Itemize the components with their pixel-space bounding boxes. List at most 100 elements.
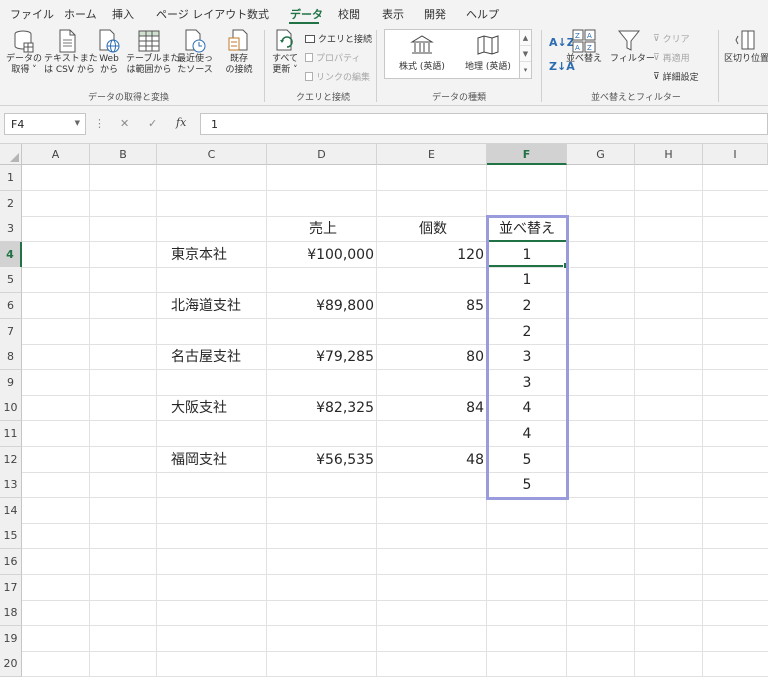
svg-text:A: A: [587, 32, 592, 40]
tab-developer[interactable]: 開発: [424, 6, 446, 22]
table-cell-sort[interactable]: 1: [487, 267, 567, 293]
row-header-20[interactable]: 20: [0, 651, 22, 677]
stocks-button[interactable]: 株式 (英語): [391, 34, 453, 72]
existing-connections-label-2: の接続: [225, 65, 253, 75]
row-header-7[interactable]: 7: [0, 318, 22, 345]
row-header-6[interactable]: 6: [0, 293, 22, 319]
tab-formulas[interactable]: 数式: [247, 6, 269, 22]
recent-sources-button[interactable]: 最近使っ たソース: [175, 28, 215, 76]
from-text-csv-button[interactable]: テキストまた は CSV から: [44, 28, 98, 76]
row-header-2[interactable]: 2: [0, 190, 22, 217]
scroll-down-icon[interactable]: ▼: [520, 46, 531, 62]
from-table-button[interactable]: テーブルまた は範囲から: [126, 28, 179, 76]
row-header-15[interactable]: 15: [0, 523, 22, 550]
column-header-b[interactable]: B: [90, 144, 157, 165]
row-header-19[interactable]: 19: [0, 625, 22, 652]
tab-page-layout[interactable]: ページ レイアウト: [156, 6, 247, 22]
column-header-f[interactable]: F: [487, 144, 567, 165]
select-all-button[interactable]: [0, 144, 22, 165]
column-header-a[interactable]: A: [22, 144, 90, 165]
table-cell-sort[interactable]: 3: [487, 344, 567, 370]
table-cell-count[interactable]: 85: [377, 293, 487, 319]
table-cell-sort[interactable]: 4: [487, 421, 567, 447]
data-types-scroll[interactable]: ▲ ▼ ▾: [519, 30, 531, 78]
table-cell-count[interactable]: 48: [377, 447, 487, 473]
tab-home[interactable]: ホーム: [64, 6, 97, 22]
tab-review[interactable]: 校閲: [338, 6, 360, 22]
tab-file[interactable]: ファイル: [10, 6, 54, 22]
table-cell-sort[interactable]: 2: [487, 319, 567, 345]
header-sort[interactable]: 並べ替え: [487, 216, 567, 242]
tab-data[interactable]: データ: [290, 6, 323, 22]
header-count[interactable]: 個数: [377, 216, 487, 242]
more-icon[interactable]: ▾: [520, 62, 531, 78]
table-cell-branch[interactable]: 福岡支社: [157, 447, 267, 473]
table-cell-sales[interactable]: ¥82,325: [267, 395, 377, 421]
row-header-12[interactable]: 12: [0, 446, 22, 473]
scroll-up-icon[interactable]: ▲: [520, 30, 531, 46]
name-box[interactable]: F4 ▼: [4, 113, 86, 135]
properties-button[interactable]: プロパティ: [305, 51, 360, 64]
row-header-9[interactable]: 9: [0, 369, 22, 396]
clear-button[interactable]: ⊽ クリア: [653, 32, 690, 46]
refresh-all-button[interactable]: すべて 更新 ˅: [268, 28, 302, 76]
column-header-h[interactable]: H: [635, 144, 703, 165]
reapply-button[interactable]: ⊽ 再適用: [653, 51, 690, 65]
column-header-g[interactable]: G: [567, 144, 635, 165]
enter-icon[interactable]: ✓: [148, 117, 157, 130]
table-cell-branch[interactable]: 大阪支社: [157, 395, 267, 421]
column-header-e[interactable]: E: [377, 144, 487, 165]
row-header-3[interactable]: 3: [0, 216, 22, 243]
header-sales[interactable]: 売上: [267, 216, 377, 242]
table-cell-branch[interactable]: 名古屋支社: [157, 344, 267, 370]
row-header-16[interactable]: 16: [0, 549, 22, 575]
row-header-18[interactable]: 18: [0, 600, 22, 627]
worksheet-grid[interactable]: A B C D E F G H I 1 2 3 4 5 6 7 8 9 10 1…: [0, 144, 768, 677]
table-cell-sort[interactable]: 5: [487, 447, 567, 473]
edit-links-button[interactable]: リンクの編集: [305, 70, 370, 83]
existing-connections-button[interactable]: 既存 の接続: [222, 28, 256, 76]
column-header-i[interactable]: I: [703, 144, 768, 165]
geography-button[interactable]: 地理 (英語): [457, 34, 519, 72]
tab-help[interactable]: ヘルプ: [466, 6, 499, 22]
row-header-11[interactable]: 11: [0, 421, 22, 447]
row-header-8[interactable]: 8: [0, 344, 22, 371]
column-header-c[interactable]: C: [157, 144, 267, 165]
reapply-label: 再適用: [662, 54, 690, 64]
table-cell-sort[interactable]: 2: [487, 293, 567, 319]
table-cell-count[interactable]: 84: [377, 395, 487, 421]
cancel-icon[interactable]: ✕: [120, 117, 129, 130]
formula-input[interactable]: 1: [200, 113, 768, 135]
get-data-button[interactable]: データの 取得 ˅: [6, 28, 42, 76]
row-header-5[interactable]: 5: [0, 267, 22, 294]
table-cell-sales[interactable]: ¥79,285: [267, 344, 377, 370]
table-cell-branch[interactable]: 東京本社: [157, 242, 267, 268]
queries-connections-button[interactable]: クエリと接続: [305, 32, 372, 45]
row-header-17[interactable]: 17: [0, 574, 22, 601]
table-cell-sales[interactable]: ¥89,800: [267, 293, 377, 319]
table-cell-sales[interactable]: ¥56,535: [267, 447, 377, 473]
chevron-down-icon[interactable]: ▼: [75, 119, 80, 127]
table-cell-count[interactable]: 120: [377, 242, 487, 268]
ribbon: データの 取得 ˅ テキストまた は CSV から Web から テーブルまた: [0, 26, 768, 106]
filter-button[interactable]: フィルター: [610, 28, 655, 65]
row-header-10[interactable]: 10: [0, 395, 22, 422]
text-to-columns-button[interactable]: 区切り位置: [724, 28, 768, 65]
row-header-13[interactable]: 13: [0, 472, 22, 499]
table-cell-sort[interactable]: 5: [487, 472, 567, 498]
advanced-filter-button[interactable]: ⊽ 詳細設定: [653, 70, 699, 84]
from-web-button[interactable]: Web から: [94, 28, 124, 76]
insert-function-icon[interactable]: fx: [176, 116, 186, 129]
row-header-1[interactable]: 1: [0, 165, 22, 191]
table-cell-count[interactable]: 80: [377, 344, 487, 370]
row-header-4[interactable]: 4: [0, 241, 22, 268]
table-cell-sort[interactable]: 4: [487, 395, 567, 421]
column-header-d[interactable]: D: [267, 144, 377, 165]
tab-insert[interactable]: 挿入: [112, 6, 134, 22]
row-header-14[interactable]: 14: [0, 497, 22, 524]
sort-button[interactable]: Z A A Z 並べ替え: [566, 28, 602, 65]
tab-view[interactable]: 表示: [382, 6, 404, 22]
table-cell-sales[interactable]: ¥100,000: [267, 242, 377, 268]
table-cell-sort[interactable]: 3: [487, 370, 567, 396]
table-cell-branch[interactable]: 北海道支社: [157, 293, 267, 319]
